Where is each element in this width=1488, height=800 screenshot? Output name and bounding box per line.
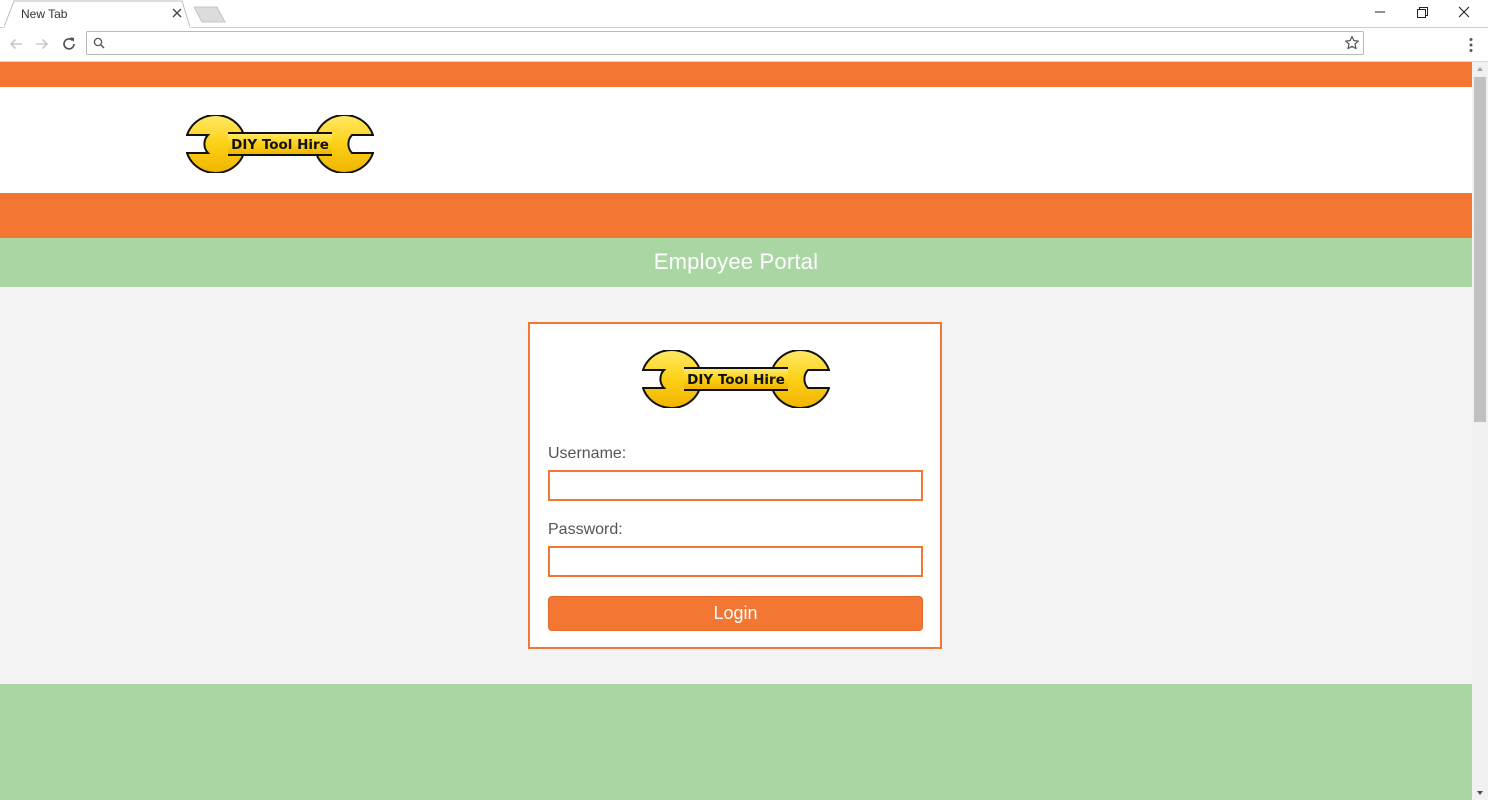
wrench-logo-icon: DIY Tool Hire — [641, 349, 831, 409]
browser-tab-strip: New Tab — [0, 0, 1488, 28]
scroll-down-arrow-icon[interactable] — [1472, 786, 1488, 800]
bookmark-star-icon[interactable] — [1344, 35, 1360, 51]
page-viewport: DIY Tool Hire Employee Portal DIY Tool H… — [0, 62, 1472, 800]
footer-band — [0, 684, 1472, 800]
logo-text: DIY Tool Hire — [231, 137, 329, 153]
scrollbar-thumb[interactable] — [1474, 77, 1486, 422]
minimize-icon[interactable] — [1370, 4, 1390, 20]
browser-tab[interactable]: New Tab — [4, 0, 190, 28]
tab-title: New Tab — [21, 7, 68, 21]
login-button[interactable]: Login — [548, 596, 923, 631]
restore-icon[interactable] — [1412, 4, 1432, 20]
nav-band — [0, 193, 1472, 238]
login-logo: DIY Tool Hire — [641, 349, 831, 413]
wrench-logo-icon: DIY Tool Hire — [185, 114, 375, 174]
page-title: Employee Portal — [653, 249, 819, 274]
forward-arrow-icon[interactable] — [33, 35, 51, 53]
logo-text: DIY Tool Hire — [687, 372, 785, 388]
back-arrow-icon[interactable] — [7, 35, 25, 53]
address-bar[interactable] — [86, 31, 1364, 55]
vertical-scrollbar[interactable] — [1472, 62, 1488, 800]
page-heading-band: Employee Portal — [0, 238, 1472, 287]
search-icon — [93, 37, 105, 49]
address-input[interactable] — [113, 34, 1337, 54]
reload-icon[interactable] — [60, 35, 78, 53]
scroll-up-arrow-icon[interactable] — [1472, 62, 1488, 76]
main-content: DIY Tool Hire Username: Password: Login — [0, 287, 1472, 684]
new-tab-button[interactable] — [193, 6, 227, 23]
username-input[interactable] — [548, 470, 923, 501]
site-logo[interactable]: DIY Tool Hire — [185, 114, 375, 178]
password-label: Password: — [548, 521, 623, 538]
browser-menu-icon[interactable] — [1462, 36, 1480, 54]
browser-toolbar — [0, 28, 1488, 62]
username-label: Username: — [548, 445, 627, 462]
top-accent-band — [0, 62, 1472, 87]
window-close-icon[interactable] — [1454, 4, 1474, 20]
site-header: DIY Tool Hire — [0, 87, 1472, 193]
tab-close-icon[interactable] — [170, 6, 184, 20]
password-input[interactable] — [548, 546, 923, 577]
login-form: DIY Tool Hire Username: Password: Login — [528, 322, 942, 649]
